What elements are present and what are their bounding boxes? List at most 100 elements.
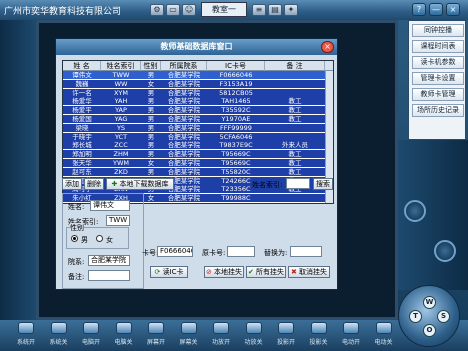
menu-item-timed-broadcast[interactable]: 同钟控播: [412, 24, 464, 37]
col-header-remark[interactable]: 备 注: [265, 61, 325, 71]
search-input[interactable]: [286, 178, 310, 189]
table-row[interactable]: 谭伟文 TWW 男 合肥某学院 F0666046: [63, 71, 325, 79]
card-no-label: 卡号:: [142, 249, 159, 257]
dock-button[interactable]: 屏幕开: [138, 322, 174, 350]
dialog-title: 教师基础数据库窗口: [160, 42, 233, 51]
cell-remark: [265, 124, 325, 132]
no-entry-icon: ⊘: [205, 268, 215, 276]
nav-up-button[interactable]: W: [423, 296, 436, 309]
cell-name: 赵可东: [72, 167, 92, 176]
department-field[interactable]: 合肥某学院: [88, 255, 130, 266]
dock-button[interactable]: 投影关: [301, 322, 337, 350]
dock-button[interactable]: 功放关: [236, 322, 272, 350]
table-row[interactable]: 郑长城 ZCC 男 合肥某学院 T9837E9C 外来人员: [63, 141, 325, 150]
col-header-gender[interactable]: 性别: [141, 61, 161, 71]
dock-button[interactable]: 电动开: [333, 322, 369, 350]
read-ic-button[interactable]: ⟳ 读IC卡: [150, 266, 188, 278]
help-button[interactable]: ?: [412, 3, 426, 16]
cell-name-index: YS: [116, 123, 126, 132]
classroom-tab[interactable]: 教室一: [201, 2, 247, 17]
toolbar-monitor-icon[interactable]: ▭: [166, 4, 180, 16]
cell-gender: 男: [147, 71, 155, 79]
name-field[interactable]: 谭伟文: [90, 200, 130, 211]
dock-button[interactable]: 屏幕关: [171, 322, 207, 350]
cell-gender: 男: [147, 167, 155, 176]
table-row[interactable]: 魏巍 WW 女 合肥某学院 F3153A19: [63, 79, 325, 88]
menu-item-card-reader-params[interactable]: 读卡机参数: [412, 56, 464, 69]
menu-item-course-schedule[interactable]: 课程时间表: [412, 40, 464, 53]
dock-button[interactable]: 系统关: [41, 322, 77, 350]
table-row[interactable]: 于晓宇 YCT 男 合肥某学院 5CFA6046: [63, 132, 325, 141]
cell-name: 许一名: [72, 88, 92, 97]
dock-button[interactable]: 电脑开: [73, 322, 109, 350]
replace-with-field[interactable]: [290, 246, 322, 257]
cell-department: 合肥某学院: [167, 123, 201, 132]
cancel-report-loss-button[interactable]: ✖ 取消挂失: [288, 266, 330, 278]
local-report-loss-button[interactable]: ⊘ 本地挂失: [204, 266, 244, 278]
delete-button[interactable]: 删除: [84, 178, 104, 190]
dock-button[interactable]: 电脑关: [106, 322, 142, 350]
dock-button-label: 电脑开: [81, 339, 100, 346]
device-icon: [310, 322, 327, 334]
menu-item-venue-history[interactable]: 场所历史记录: [412, 104, 464, 117]
local-download-db-button[interactable]: ✚ 本地下载数据库: [106, 178, 174, 190]
cell-name: 郑长城: [72, 141, 92, 150]
dock-button-label: 系统关: [49, 339, 68, 346]
cell-gender: 男: [147, 115, 155, 123]
search-button[interactable]: 搜索: [313, 178, 333, 190]
table-row[interactable]: 许一名 XYM 男 合肥某学院 5812CB05: [63, 88, 325, 97]
col-header-department[interactable]: 所属院系: [161, 61, 207, 71]
nav-center-button[interactable]: O: [423, 324, 436, 337]
device-icon: [180, 322, 197, 334]
male-radio[interactable]: [71, 235, 78, 242]
col-header-ic-card[interactable]: IC卡号: [207, 61, 265, 71]
cell-remark: 教工: [288, 106, 302, 115]
toolbar-tool-icon[interactable]: ⚙: [150, 4, 164, 16]
toolbar-list-icon[interactable]: ≡: [252, 4, 266, 16]
table-row[interactable]: 梁晓 YS 男 合肥某学院 FFF99999: [63, 123, 325, 132]
dialog-close-button[interactable]: ×: [321, 41, 334, 53]
dock-button-label: 投影开: [276, 339, 295, 346]
col-header-name[interactable]: 姓 名: [63, 61, 101, 71]
close-button[interactable]: ×: [446, 3, 460, 16]
menu-item-admin-card-settings[interactable]: 管理卡设置: [412, 72, 464, 85]
menu-item-teacher-card-management[interactable]: 教师卡管理: [412, 88, 464, 101]
dock-button[interactable]: 电动关: [366, 322, 402, 350]
dock-button[interactable]: 系统开: [8, 322, 44, 350]
device-icon: [213, 322, 229, 334]
device-icon: [375, 322, 392, 334]
cell-department: 合肥某学院: [167, 106, 201, 115]
table-row[interactable]: 张天华 YWM 女 合肥某学院 T95669C 教工: [63, 159, 325, 167]
table-row[interactable]: 郑加明 ZHM 男 合肥某学院 T95669C 教工: [63, 150, 325, 159]
toolbar-card-icon[interactable]: ▤: [268, 4, 282, 16]
name-index-field[interactable]: TWW: [106, 215, 130, 226]
female-radio[interactable]: [96, 235, 103, 242]
table-row[interactable]: 杨爱国 YAG 男 合肥某学院 Y1970AE 教工: [63, 115, 325, 123]
table-row[interactable]: 赵可东 ZKD 男 合肥某学院 T55820C 教工: [63, 167, 325, 176]
table-row[interactable]: 杨爱平 YAP 男 合肥某学院 T35592C 教工: [63, 106, 325, 115]
original-card-field[interactable]: [227, 246, 255, 257]
dock-button-label: 功放关: [244, 339, 263, 346]
toolbar-person-icon[interactable]: ☺: [182, 4, 196, 16]
remark-field[interactable]: [88, 270, 130, 281]
name-label: 姓名:: [68, 203, 85, 211]
table-row[interactable]: 杨爱华 YAH 男 合肥某学院 TAH1465 教工: [63, 97, 325, 106]
toolbar-settings-icon[interactable]: ✦: [284, 4, 298, 16]
device-icon: [18, 322, 34, 334]
replace-with-label: 替换为:: [264, 249, 288, 257]
dock-button[interactable]: 功放开: [203, 322, 239, 350]
add-button[interactable]: 添加: [62, 178, 82, 190]
original-card-label: 原卡号:: [202, 249, 226, 257]
col-header-name-index[interactable]: 姓名索引: [101, 61, 141, 71]
nav-left-button[interactable]: T: [409, 310, 422, 323]
dock-button[interactable]: 投影开: [268, 322, 304, 350]
nav-right-button[interactable]: S: [437, 310, 450, 323]
cell-name-index: XYM: [113, 88, 129, 97]
dock-button-label: 电动开: [341, 339, 360, 346]
minimize-button[interactable]: —: [429, 3, 443, 16]
gender-label: 性别: [70, 223, 84, 233]
cell-ic-card: 5812CB05: [219, 88, 253, 97]
card-no-field[interactable]: F0666046: [157, 246, 193, 257]
report-loss-all-button[interactable]: ✔ 所有挂失: [246, 266, 286, 278]
device-icon: [343, 322, 359, 334]
